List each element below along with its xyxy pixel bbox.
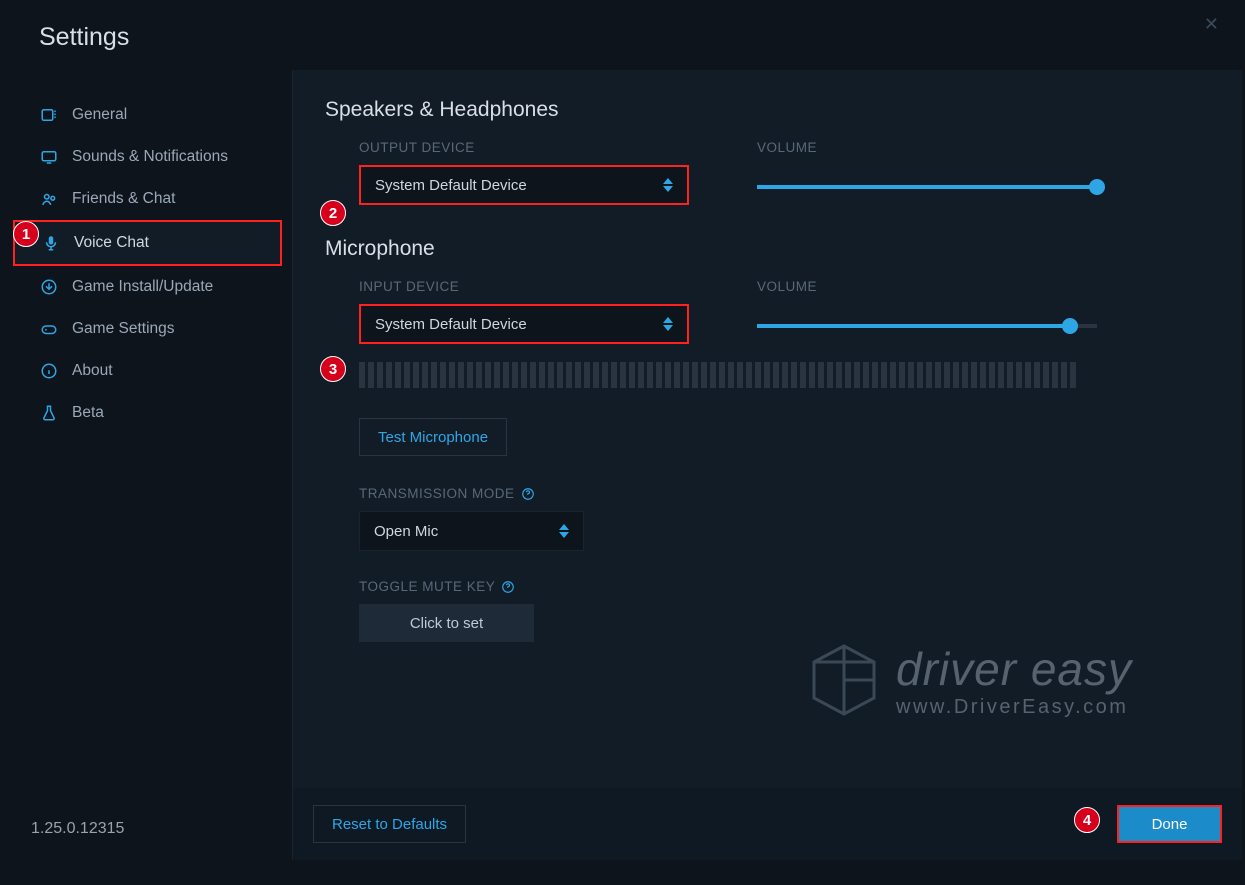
output-volume-label: VOLUME — [757, 140, 1117, 155]
sidebar-item-label: General — [72, 106, 127, 124]
game-icon — [40, 320, 58, 338]
output-device-dropdown[interactable]: System Default Device — [359, 165, 689, 205]
mute-key-label: TOGGLE MUTE KEY — [359, 579, 1242, 594]
sidebar: General Sounds & Notifications Friends &… — [3, 70, 293, 860]
output-device-label: OUTPUT DEVICE — [359, 140, 709, 155]
sidebar-item-friends[interactable]: Friends & Chat — [3, 178, 292, 220]
sidebar-item-label: Beta — [72, 404, 104, 422]
mute-key-button[interactable]: Click to set — [359, 604, 534, 642]
info-icon — [40, 362, 58, 380]
page-title: Settings — [3, 3, 1242, 70]
sidebar-item-voice-chat[interactable]: Voice Chat — [13, 220, 282, 266]
transmission-label: TRANSMISSION MODE — [359, 486, 1242, 501]
spinner-icon — [663, 178, 673, 192]
close-icon[interactable]: ✕ — [1204, 14, 1219, 35]
sidebar-item-label: Voice Chat — [74, 234, 149, 252]
version-text: 1.25.0.12315 — [31, 820, 124, 838]
transmission-mode-dropdown[interactable]: Open Mic — [359, 511, 584, 551]
input-device-dropdown[interactable]: System Default Device — [359, 304, 689, 344]
annotation-3: 3 — [320, 356, 346, 382]
help-icon[interactable] — [501, 580, 515, 594]
sidebar-item-sounds[interactable]: Sounds & Notifications — [3, 136, 292, 178]
input-heading: Microphone — [325, 237, 1242, 261]
output-heading: Speakers & Headphones — [325, 98, 1242, 122]
sidebar-item-install[interactable]: Game Install/Update — [3, 266, 292, 308]
annotation-1: 1 — [13, 221, 39, 247]
watermark-main: driver easy — [896, 642, 1132, 696]
output-device-value: System Default Device — [375, 177, 527, 194]
sidebar-item-label: About — [72, 362, 113, 380]
general-icon — [40, 106, 58, 124]
done-button[interactable]: Done — [1117, 805, 1222, 843]
friends-icon — [40, 190, 58, 208]
sounds-icon — [40, 148, 58, 166]
transmission-value: Open Mic — [374, 523, 438, 540]
sidebar-item-label: Sounds & Notifications — [72, 148, 228, 166]
test-microphone-button[interactable]: Test Microphone — [359, 418, 507, 456]
input-device-value: System Default Device — [375, 316, 527, 333]
watermark-sub: www.DriverEasy.com — [896, 696, 1132, 719]
output-volume-slider[interactable] — [757, 185, 1097, 189]
flask-icon — [40, 404, 58, 422]
sidebar-item-label: Game Settings — [72, 320, 175, 338]
input-volume-slider[interactable] — [757, 324, 1097, 328]
footer: Reset to Defaults Done — [293, 788, 1242, 860]
download-icon — [40, 278, 58, 296]
input-device-label: INPUT DEVICE — [359, 279, 709, 294]
watermark-logo-icon — [808, 640, 880, 720]
sidebar-item-beta[interactable]: Beta — [3, 392, 292, 434]
spinner-icon — [559, 524, 569, 538]
watermark: driver easy www.DriverEasy.com — [808, 640, 1132, 720]
input-volume-label: VOLUME — [757, 279, 1117, 294]
sidebar-item-general[interactable]: General — [3, 94, 292, 136]
sidebar-item-about[interactable]: About — [3, 350, 292, 392]
annotation-4: 4 — [1074, 807, 1100, 833]
annotation-2: 2 — [320, 200, 346, 226]
help-icon[interactable] — [521, 487, 535, 501]
mic-level-meter — [359, 362, 1242, 388]
sidebar-item-game-settings[interactable]: Game Settings — [3, 308, 292, 350]
mic-icon — [42, 234, 60, 252]
spinner-icon — [663, 317, 673, 331]
sidebar-item-label: Game Install/Update — [72, 278, 213, 296]
reset-button[interactable]: Reset to Defaults — [313, 805, 466, 843]
sidebar-item-label: Friends & Chat — [72, 190, 175, 208]
content-panel: Speakers & Headphones OUTPUT DEVICE Syst… — [293, 70, 1242, 860]
